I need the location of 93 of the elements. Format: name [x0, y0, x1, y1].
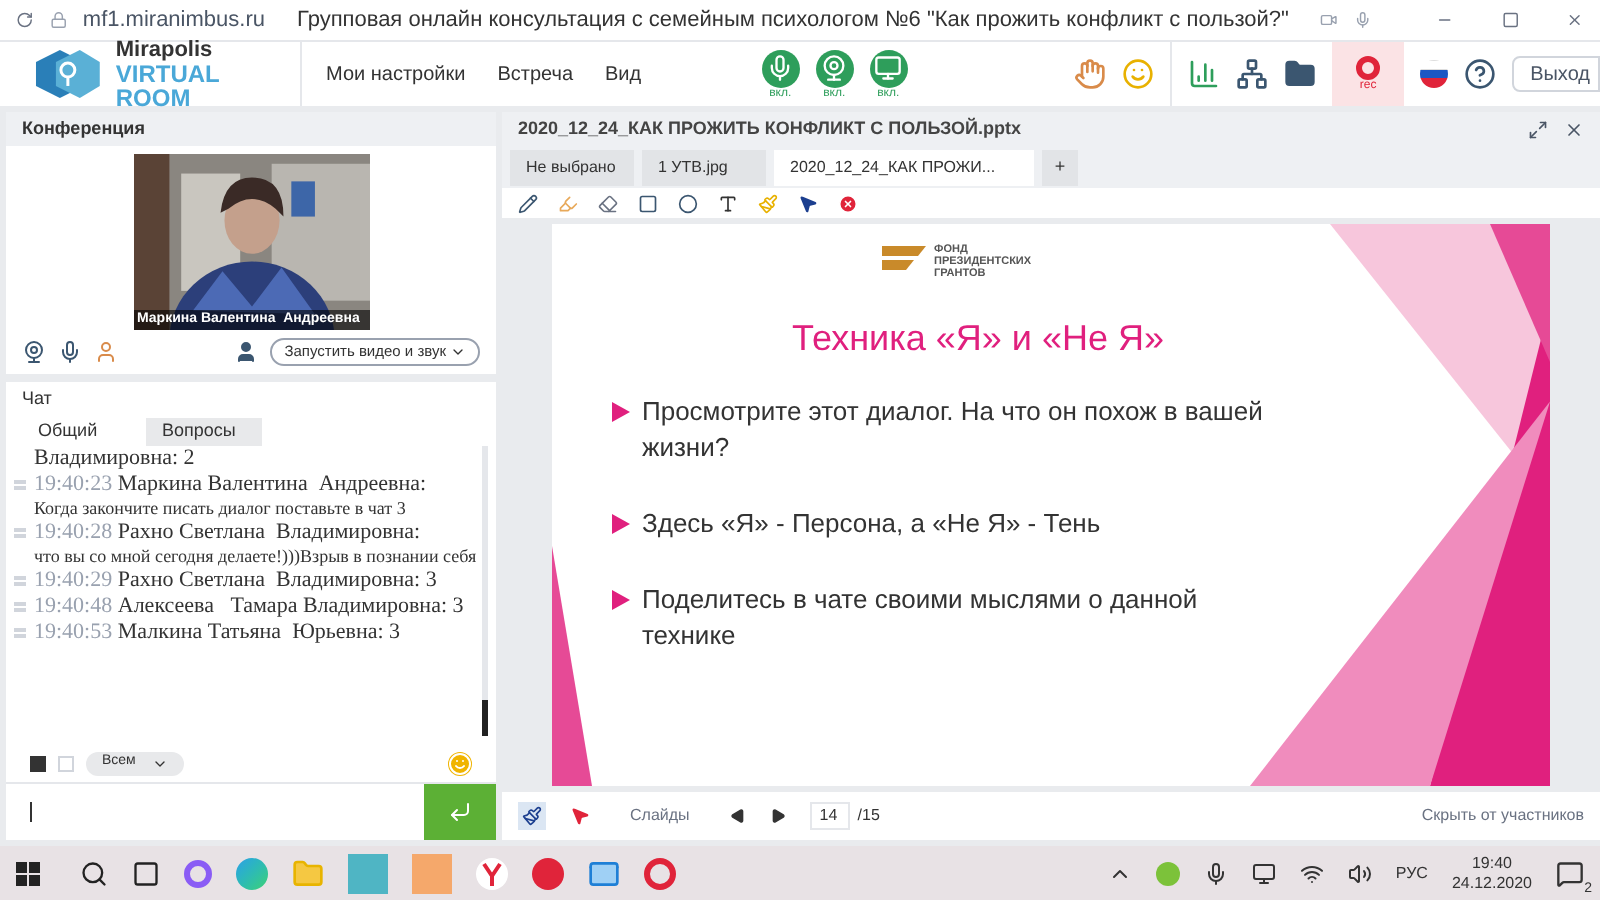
maximize-icon[interactable] — [1528, 120, 1548, 140]
document-title: 2020_12_24_КАК ПРОЖИТЬ КОНФЛИКТ С ПОЛЬЗОЙ.pptx — [518, 116, 1021, 143]
chat-tab[interactable]: Вопросы — [146, 418, 262, 446]
webcam-icon[interactable] — [22, 340, 46, 364]
bullet-text: Поделитесь в чате своими мыслями о данной технике — [642, 582, 1200, 654]
hide-link[interactable]: Скрыть от участников — [1421, 804, 1584, 828]
message-icon — [14, 602, 26, 612]
monitor-icon[interactable] — [1251, 861, 1276, 885]
search-icon[interactable] — [80, 859, 108, 887]
slides-label: Слайды — [630, 804, 690, 828]
rectangle-icon[interactable] — [638, 193, 658, 213]
previous-icon[interactable] — [729, 808, 746, 824]
panel-title: Чат — [22, 386, 52, 413]
assistant-icon[interactable] — [184, 859, 212, 887]
message-icon — [14, 480, 26, 490]
enter-icon — [448, 800, 472, 824]
hand-icon[interactable] — [1074, 58, 1107, 90]
lock-icon — [49, 8, 67, 32]
eraser-icon[interactable] — [598, 193, 618, 213]
page-title: Групповая онлайн консультация с семейным психологом №6 "Как прожить конфликт с пользой?" — [296, 5, 1289, 36]
menu-item[interactable]: Вид — [605, 59, 642, 89]
volume-icon[interactable] — [1347, 861, 1372, 885]
wifi-icon[interactable] — [1299, 861, 1324, 885]
text-icon[interactable] — [718, 193, 738, 213]
media-toggle[interactable] — [815, 49, 854, 87]
help-icon[interactable] — [1464, 58, 1497, 90]
document-tab[interactable]: 1 УТВ.jpg — [642, 150, 766, 186]
clock-time[interactable]: 19:40 — [1471, 853, 1512, 873]
network-icon[interactable] — [1236, 58, 1269, 90]
logo-subtitle: VIRTUAL ROOM — [115, 61, 222, 109]
slide-title: Техника «Я» и «Не Я» — [792, 316, 1166, 362]
media-toggle[interactable] — [761, 49, 800, 87]
chat-message: 19:40:53 Малкина Татьяна Юрьевна: 3 — [34, 620, 401, 646]
menu-item[interactable]: Встреча — [497, 59, 574, 89]
opera-icon[interactable] — [644, 857, 676, 889]
message-icon — [14, 628, 26, 638]
logo-icon — [32, 50, 104, 98]
close-icon[interactable] — [1564, 120, 1584, 140]
url-text[interactable]: mf1.miranimbus.ru — [82, 3, 265, 37]
bullet-icon — [612, 402, 630, 422]
panel-title: Конференция — [22, 115, 145, 142]
caret-icon — [450, 344, 466, 360]
microphone-icon — [766, 54, 795, 82]
chat-message: 19:40:48 Алексеева Тамара Владимировна: 3 — [34, 594, 464, 620]
person-icon — [234, 340, 259, 364]
task-view-icon[interactable] — [132, 859, 160, 887]
webcam-icon — [820, 54, 849, 82]
document-tab[interactable]: 2020_12_24_КАК ПРОЖИ... — [774, 150, 1034, 186]
pen-icon[interactable] — [518, 193, 538, 213]
message-text: что вы со мной сегодня делаете!)))Взрыв в познании себя — [34, 546, 477, 568]
exit-button[interactable]: Выход — [1512, 56, 1600, 92]
menu-item[interactable]: Мои настройки — [326, 59, 466, 89]
flag-icon[interactable] — [1420, 60, 1449, 88]
folder-icon[interactable] — [1284, 58, 1317, 90]
reload-icon[interactable] — [16, 8, 34, 32]
language-indicator[interactable]: РУС — [1395, 861, 1428, 885]
microphone-icon[interactable] — [1203, 861, 1228, 885]
logo-title: Mirapolis — [115, 39, 215, 61]
document-tab[interactable]: Не выбрано — [510, 150, 634, 186]
chat-message: 19:40:28 Рахно Светлана Владимировна: — [34, 520, 423, 546]
microphone-icon[interactable] — [58, 340, 82, 364]
user-icon[interactable] — [94, 340, 118, 364]
clock-date[interactable]: 24.12.2020 — [1451, 873, 1532, 893]
message-text: Когда закончите писать диалог поставьте в чат 3 — [34, 498, 408, 520]
bullet-text: Просмотрите этот диалог. На что он похож в вашей жизни? — [642, 394, 1265, 466]
microphone-icon — [1354, 8, 1372, 32]
monitor-icon — [874, 54, 903, 82]
add-tab-button[interactable]: + — [1042, 150, 1078, 186]
mail-icon[interactable] — [588, 857, 620, 889]
bullet-icon — [612, 590, 630, 610]
media-toggle[interactable] — [869, 49, 908, 87]
chart-icon[interactable] — [1188, 58, 1221, 90]
color-swatch[interactable] — [58, 755, 74, 771]
bullet-icon — [612, 514, 630, 534]
next-icon[interactable] — [769, 808, 786, 824]
chat-message: 19:40:29 Рахно Светлана Владимировна: 3 — [34, 568, 437, 594]
restore-icon[interactable] — [1501, 8, 1519, 32]
yandex-icon[interactable] — [476, 857, 508, 889]
clear-icon[interactable] — [838, 193, 858, 213]
chat-message: Владимировна: 2 — [34, 446, 195, 472]
slide-total: /15 — [857, 804, 880, 828]
message-icon — [14, 528, 26, 538]
pointer-icon[interactable] — [570, 806, 590, 826]
pointer-icon[interactable] — [798, 193, 818, 213]
circle-icon[interactable] — [678, 193, 698, 213]
chat-message: 19:40:23 Маркина Валентина Андреевна: — [34, 472, 427, 498]
notifications-icon[interactable] — [1556, 859, 1584, 887]
message-icon — [14, 576, 26, 586]
windows-icon[interactable] — [16, 861, 40, 885]
bullet-text: Здесь «Я» - Персона, а «Не Я» - Тень — [642, 506, 1101, 542]
slide-number-field[interactable]: 14 — [809, 802, 850, 830]
brush-icon[interactable] — [518, 802, 546, 830]
color-swatch[interactable] — [30, 755, 46, 771]
